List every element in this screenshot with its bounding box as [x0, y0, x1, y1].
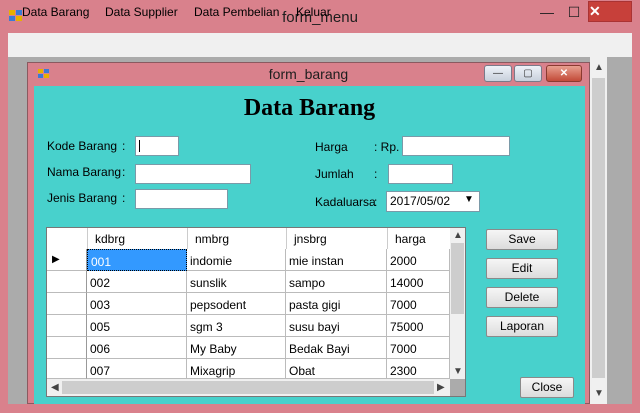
grid-cell[interactable]: 7000: [387, 337, 450, 359]
child-maximize-button[interactable]: ▢: [514, 65, 542, 82]
kadaluarsa-label: Kadaluarsa: [315, 195, 376, 209]
grid-cell[interactable]: susu bayi: [286, 315, 387, 337]
menu-item-data-pembelian[interactable]: Data Pembelian: [194, 5, 279, 19]
nama-barang-input[interactable]: [135, 164, 251, 184]
grid-cell[interactable]: indomie: [187, 249, 286, 271]
row-header[interactable]: [47, 293, 87, 315]
grid-cell[interactable]: Mixagrip: [187, 359, 286, 379]
harga-prefix: : Rp.: [374, 140, 400, 154]
menu-bar: [8, 33, 632, 57]
grid-cell[interactable]: 001: [87, 249, 187, 271]
harga-label: Harga: [315, 140, 348, 154]
harga-input[interactable]: [402, 136, 510, 156]
scroll-left-icon[interactable]: ◀: [51, 382, 59, 393]
grid-cell[interactable]: 2300: [387, 359, 450, 379]
grid-cell[interactable]: pasta gigi: [286, 293, 387, 315]
window-bottom-border: [0, 404, 640, 413]
child-close-button[interactable]: ✕: [546, 65, 582, 82]
jumlah-colon: :: [374, 167, 378, 181]
header-divider: [187, 228, 188, 249]
close-button[interactable]: ✕: [588, 1, 632, 22]
column-header-jnsbrg[interactable]: jnsbrg: [294, 232, 327, 246]
page-title: Data Barang: [243, 95, 376, 121]
current-row-icon: ▶: [52, 254, 60, 265]
kode-barang-label: Kode Barang: [47, 139, 118, 153]
grid-cell[interactable]: mie instan: [286, 249, 387, 271]
menu-item-keluar[interactable]: Keluar: [296, 5, 331, 19]
grid-cell[interactable]: 003: [87, 293, 187, 315]
column-header-nmbrg[interactable]: nmbrg: [195, 232, 229, 246]
laporan-button[interactable]: Laporan: [486, 316, 558, 337]
mdi-scroll-up-icon[interactable]: ▲: [594, 62, 604, 73]
nama-barang-colon: :: [122, 165, 126, 179]
mdi-scroll-thumb[interactable]: [592, 78, 605, 378]
header-divider: [87, 228, 88, 249]
column-header-kdbrg[interactable]: kdbrg: [95, 232, 125, 246]
grid-cell[interactable]: 006: [87, 337, 187, 359]
jenis-barang-input[interactable]: [135, 189, 228, 209]
grid-horizontal-scroll-thumb[interactable]: [62, 381, 434, 394]
header-divider: [286, 228, 287, 249]
scroll-right-icon[interactable]: ▶: [437, 382, 445, 393]
scroll-down-icon[interactable]: ▼: [453, 366, 463, 377]
grid-cell[interactable]: 005: [87, 315, 187, 337]
chevron-down-icon[interactable]: ▼: [464, 194, 474, 205]
row-header[interactable]: [47, 359, 87, 379]
close-form-button[interactable]: Close: [520, 377, 574, 398]
row-header[interactable]: [47, 315, 87, 337]
grid-cell[interactable]: sgm 3: [187, 315, 286, 337]
minimize-button[interactable]: —: [536, 1, 558, 23]
row-header[interactable]: [47, 271, 87, 293]
grid-cell[interactable]: My Baby: [187, 337, 286, 359]
kadaluarsa-value: 2017/05/02: [390, 194, 451, 208]
jenis-barang-label: Jenis Barang: [47, 191, 118, 205]
row-header[interactable]: [47, 337, 87, 359]
delete-button[interactable]: Delete: [486, 287, 558, 308]
menu-item-data-barang[interactable]: Data Barang: [22, 5, 89, 19]
scroll-up-icon[interactable]: ▲: [453, 230, 463, 241]
grid-cell[interactable]: 7000: [387, 293, 450, 315]
jumlah-label: Jumlah: [315, 167, 354, 181]
text-cursor: [139, 140, 140, 152]
jumlah-input[interactable]: [388, 164, 453, 184]
menu-item-data-supplier[interactable]: Data Supplier: [105, 5, 178, 19]
grid-cell[interactable]: 2000: [387, 249, 450, 271]
edit-button[interactable]: Edit: [486, 258, 558, 279]
grid-cell[interactable]: 75000: [387, 315, 450, 337]
kadaluarsa-colon: :: [374, 195, 378, 209]
column-header-harga[interactable]: harga: [395, 232, 426, 246]
mdi-scroll-down-icon[interactable]: ▼: [594, 388, 604, 399]
grid-vertical-scroll-thumb[interactable]: [451, 243, 464, 314]
maximize-button[interactable]: ☐: [563, 1, 585, 23]
child-minimize-button[interactable]: —: [484, 65, 512, 82]
grid-cell[interactable]: Obat: [286, 359, 387, 379]
kode-barang-input[interactable]: [135, 136, 179, 156]
grid-cell[interactable]: Bedak Bayi: [286, 337, 387, 359]
nama-barang-label: Nama Barang: [47, 165, 122, 179]
grid-cell[interactable]: sampo: [286, 271, 387, 293]
save-button[interactable]: Save: [486, 229, 558, 250]
kode-barang-colon: :: [122, 139, 126, 153]
grid-cell[interactable]: sunslik: [187, 271, 286, 293]
jenis-barang-colon: :: [122, 191, 126, 205]
grid-cell[interactable]: 007: [87, 359, 187, 379]
grid-cell[interactable]: pepsodent: [187, 293, 286, 315]
grid-cell[interactable]: 14000: [387, 271, 450, 293]
grid-cell[interactable]: 002: [87, 271, 187, 293]
header-divider: [387, 228, 388, 249]
